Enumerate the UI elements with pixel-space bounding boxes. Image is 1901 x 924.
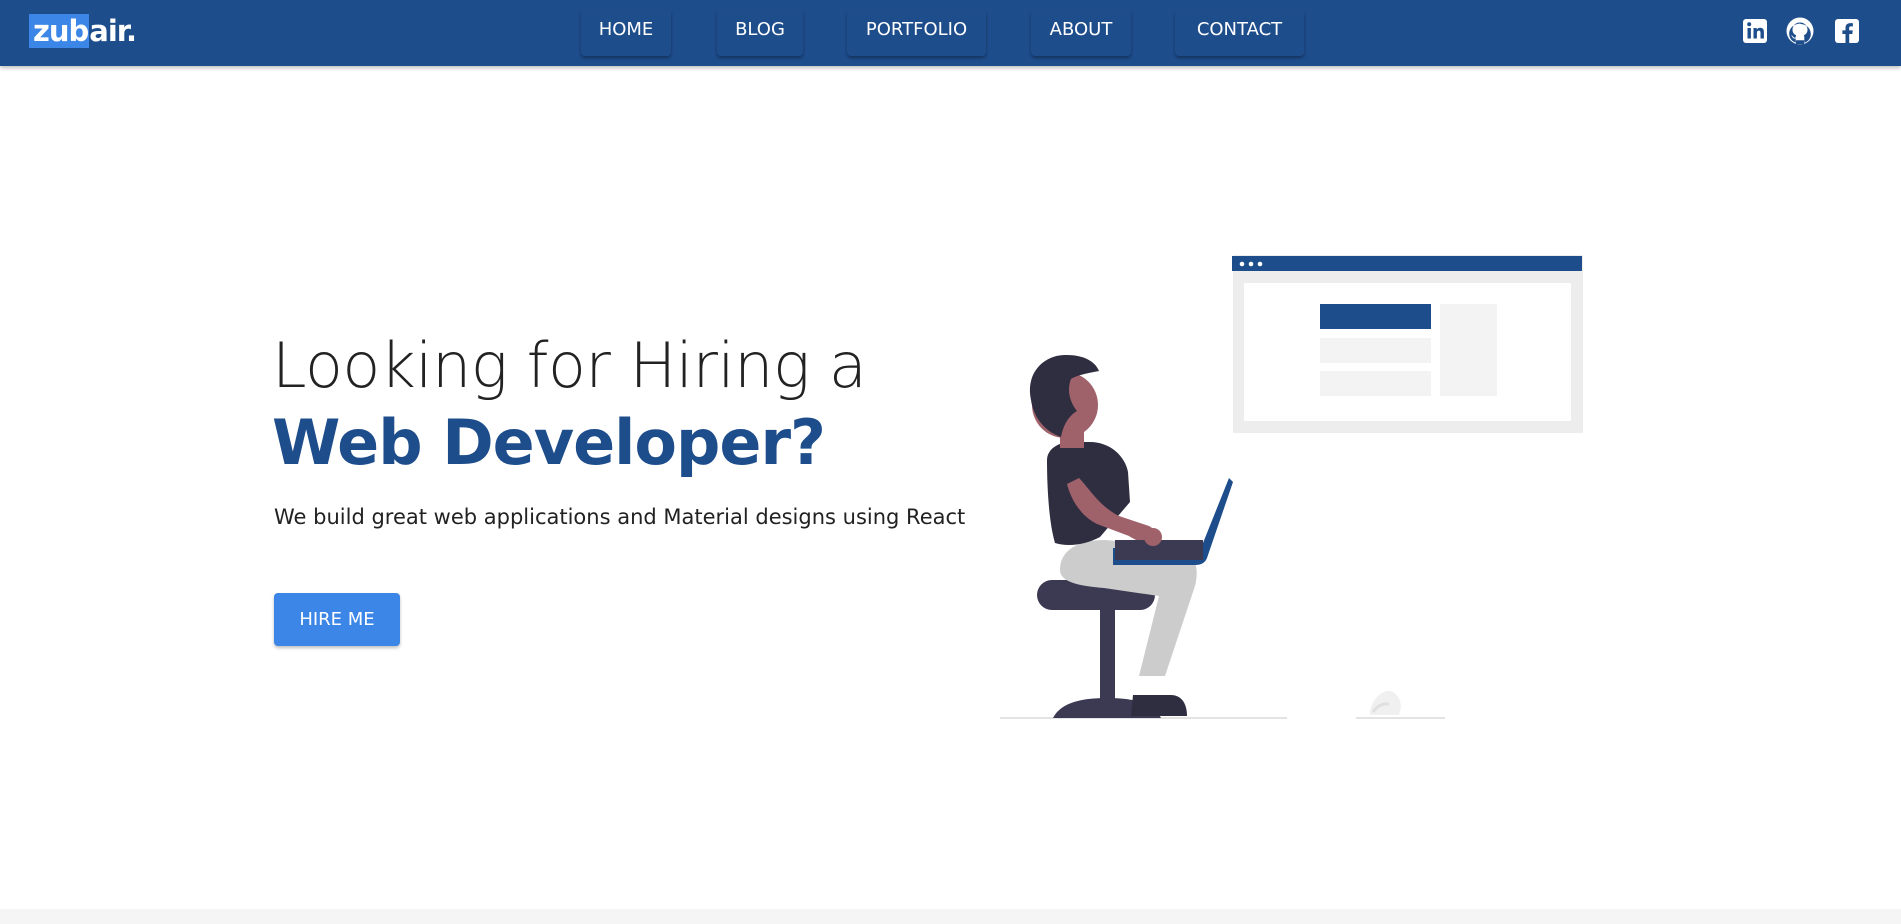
footer-strip [0,909,1901,924]
hero-description: We build great web applications and Mate… [274,505,966,529]
nav-portfolio-button[interactable]: PORTFOLIO [847,10,986,56]
nav-blog-button[interactable]: BLOG [717,10,803,56]
github-icon[interactable] [1785,16,1815,46]
nav-contact-button[interactable]: CONTACT [1175,10,1304,56]
person-graphic [1029,354,1233,716]
nav-about-button[interactable]: ABOUT [1031,10,1131,56]
hero-title-line2: Web Developer? [272,406,826,479]
main-nav: HOME BLOG PORTFOLIO ABOUT CONTACT [0,10,1901,56]
top-navbar: zub air. HOME BLOG PORTFOLIO ABOUT CONTAC… [0,0,1901,66]
linkedin-icon[interactable] [1740,16,1770,46]
hero-title-line1: Looking for Hiring a [272,329,867,402]
nav-home-button[interactable]: HOME [581,10,671,56]
facebook-icon[interactable] [1832,16,1862,46]
hire-me-button[interactable]: HIRE ME [274,593,400,646]
browser-window-graphic [1232,255,1583,433]
developer-illustration [1000,255,1583,719]
